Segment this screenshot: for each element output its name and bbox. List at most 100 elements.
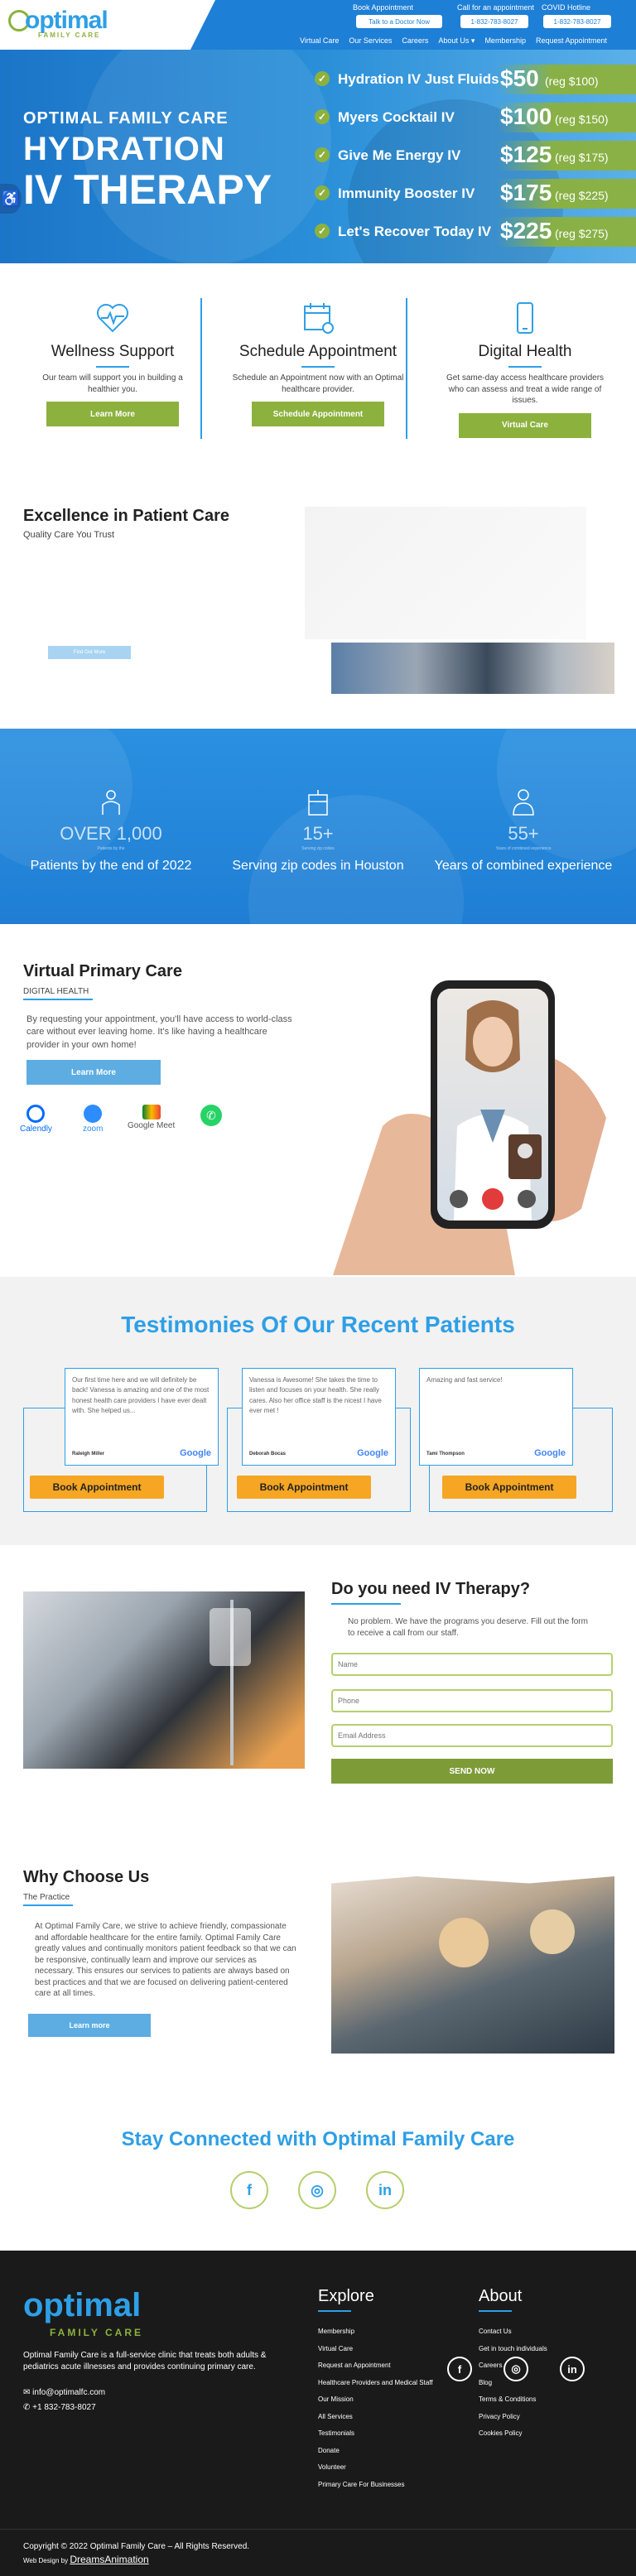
accessibility-icon[interactable]: ♿	[0, 184, 22, 214]
service-text: Our team will support you in building a …	[42, 373, 183, 394]
divider	[200, 298, 202, 439]
check-icon: ✓	[315, 224, 330, 238]
stat-zip-codes: 15+ Serving zip codes Serving zip codes …	[227, 787, 409, 874]
excellence-image	[305, 507, 586, 639]
find-out-more-button[interactable]: Find Out More	[48, 646, 131, 659]
virtual-care-subtitle: DIGITAL HEALTH	[23, 987, 89, 996]
whatsapp-icon: ✆	[200, 1105, 222, 1126]
service-card-digital: Digital Health Get same-day access healt…	[426, 300, 624, 438]
virtual-care-title: Virtual Primary Care	[23, 962, 182, 980]
google-icon: Google	[534, 1448, 566, 1458]
nav-careers[interactable]: Careers	[402, 36, 428, 46]
nav-membership[interactable]: Membership	[484, 36, 526, 46]
footer-logo-subtitle: FAMILY CARE	[50, 2327, 144, 2338]
why-title: Why Choose Us	[23, 1868, 150, 1886]
calendly-logo: Calendly	[20, 1105, 52, 1134]
footer-email[interactable]: ✉ info@optimalfc.com	[23, 2388, 105, 2397]
testimonial-text: Our first time here and we will definite…	[72, 1376, 210, 1415]
book-appointment-button[interactable]: Book Appointment	[237, 1476, 371, 1499]
virtual-care-button[interactable]: Virtual Care	[459, 412, 591, 438]
dreamsanimation-link[interactable]: DreamsAnimation	[70, 2554, 148, 2565]
iv-price-row: ✓ Let's Recover Today IV $225 (reg $275)	[315, 217, 636, 247]
patient-care-photo	[331, 643, 614, 694]
name-field[interactable]	[331, 1653, 613, 1676]
excellence-title: Excellence in Patient Care	[23, 507, 230, 525]
testimonial-text: Amazing and fast service!	[426, 1376, 503, 1384]
phone-video-call-illustration	[333, 980, 606, 1275]
testimonial-author: Deborah Bocas	[249, 1452, 287, 1457]
footer-link[interactable]: Terms & Conditions	[479, 2391, 547, 2409]
footer-link[interactable]: Healthcare Providers and Medical Staff	[318, 2375, 433, 2392]
why-learn-more-button[interactable]: Learn more	[28, 2014, 151, 2037]
covid-hotline-button[interactable]: 1-832-783-8027	[543, 15, 611, 28]
nav-our-services[interactable]: Our Services	[349, 36, 392, 46]
site-logo[interactable]: optimal	[25, 7, 108, 35]
schedule-appointment-button[interactable]: Schedule Appointment	[252, 402, 384, 426]
iv-form-text: No problem. We have the programs you des…	[348, 1617, 588, 1638]
email-field[interactable]	[331, 1724, 613, 1747]
zoom-logo: zoom	[83, 1105, 103, 1134]
heart-pulse-icon	[97, 304, 128, 333]
explore-heading: Explore	[318, 2287, 374, 2305]
check-icon: ✓	[315, 109, 330, 124]
learn-more-button[interactable]: Learn More	[46, 402, 179, 426]
footer-link[interactable]: Primary Care For Businesses	[318, 2477, 433, 2494]
instagram-icon[interactable]: ◎	[298, 2171, 336, 2209]
phone-field[interactable]	[331, 1689, 613, 1712]
footer-link[interactable]: Privacy Policy	[479, 2409, 547, 2426]
talk-to-doctor-button[interactable]: Talk to a Doctor Now	[356, 15, 442, 28]
logo-subtitle: FAMILY CARE	[38, 31, 101, 39]
book-appointment-button[interactable]: Book Appointment	[442, 1476, 576, 1499]
check-icon: ✓	[315, 147, 330, 162]
iv-price-row: ✓ Immunity Booster IV $175 (reg $225)	[315, 179, 636, 209]
mail-icon: ✉	[23, 2388, 33, 2397]
footer-linkedin-icon[interactable]: in	[560, 2357, 585, 2381]
footer-link[interactable]: All Services	[318, 2409, 433, 2426]
linkedin-icon[interactable]: in	[366, 2171, 404, 2209]
iv-price-row: ✓ Myers Cocktail IV $100 (reg $150)	[315, 103, 636, 132]
nav-request-appointment[interactable]: Request Appointment	[536, 36, 607, 46]
testimonial-author: Raleigh Miller	[72, 1452, 105, 1457]
footer-link[interactable]: Virtual Care	[318, 2341, 433, 2358]
footer-link[interactable]: Contact Us	[479, 2323, 547, 2341]
about-heading: About	[479, 2287, 523, 2305]
footer-description: Optimal Family Care is a full-service cl…	[23, 2351, 267, 2371]
footer-facebook-icon[interactable]: f	[447, 2357, 472, 2381]
footer-link[interactable]: Testimonials	[318, 2425, 433, 2443]
google-meet-logo: Google Meet	[128, 1105, 175, 1130]
explore-links: Membership Virtual Care Request an Appoi…	[318, 2323, 433, 2493]
copyright: Copyright © 2022 Optimal Family Care – A…	[23, 2542, 250, 2551]
nav-virtual-care[interactable]: Virtual Care	[300, 36, 339, 46]
iv-price-row: ✓ Give Me Energy IV $125 (reg $175)	[315, 141, 636, 171]
footer-link[interactable]: Membership	[318, 2323, 433, 2341]
testimonial-text: Vanessa is Awesome! She takes the time t…	[249, 1376, 382, 1415]
virtual-care-text: By requesting your appointment, you'll h…	[26, 1014, 292, 1050]
main-nav: Virtual Care Our Services Careers About …	[300, 36, 607, 46]
hero-title-line2: IV THERAPY	[23, 166, 272, 213]
footer-link[interactable]: Cookies Policy	[479, 2425, 547, 2443]
testimonial-author: Tami Thompson	[426, 1452, 465, 1457]
nav-about-us[interactable]: About Us ▾	[438, 36, 475, 46]
testimonial-card: Amazing and fast service! Tami Thompson …	[419, 1368, 573, 1466]
facebook-icon[interactable]: f	[230, 2171, 268, 2209]
web-design-credit: Web Design by DreamsAnimation	[23, 2554, 149, 2565]
footer-link[interactable]: Volunteer	[318, 2459, 433, 2477]
service-title: Schedule Appointment	[238, 343, 398, 360]
service-card-wellness: Wellness Support Our team will support y…	[13, 300, 212, 426]
call-button[interactable]: 1-832-783-8027	[460, 15, 528, 28]
send-now-button[interactable]: SEND NOW	[331, 1759, 613, 1784]
google-icon: Google	[357, 1448, 388, 1458]
footer-link[interactable]: Request an Appointment	[318, 2357, 433, 2375]
footer-logo[interactable]: optimal	[23, 2287, 141, 2324]
virtual-learn-more-button[interactable]: Learn More	[26, 1060, 161, 1085]
clinic-staff-photo	[331, 1876, 614, 2054]
calendly-icon	[26, 1105, 46, 1123]
hero-title-line1: HYDRATION	[23, 131, 225, 167]
footer-link[interactable]: Get in touch individuals	[479, 2341, 547, 2358]
footer-instagram-icon[interactable]: ◎	[504, 2357, 528, 2381]
footer-link[interactable]: Our Mission	[318, 2391, 433, 2409]
footer-phone[interactable]: ✆ +1 832-783-8027	[23, 2403, 96, 2412]
footer-link[interactable]: Donate	[318, 2443, 433, 2460]
check-icon: ✓	[315, 71, 330, 86]
book-appointment-button[interactable]: Book Appointment	[30, 1476, 164, 1499]
